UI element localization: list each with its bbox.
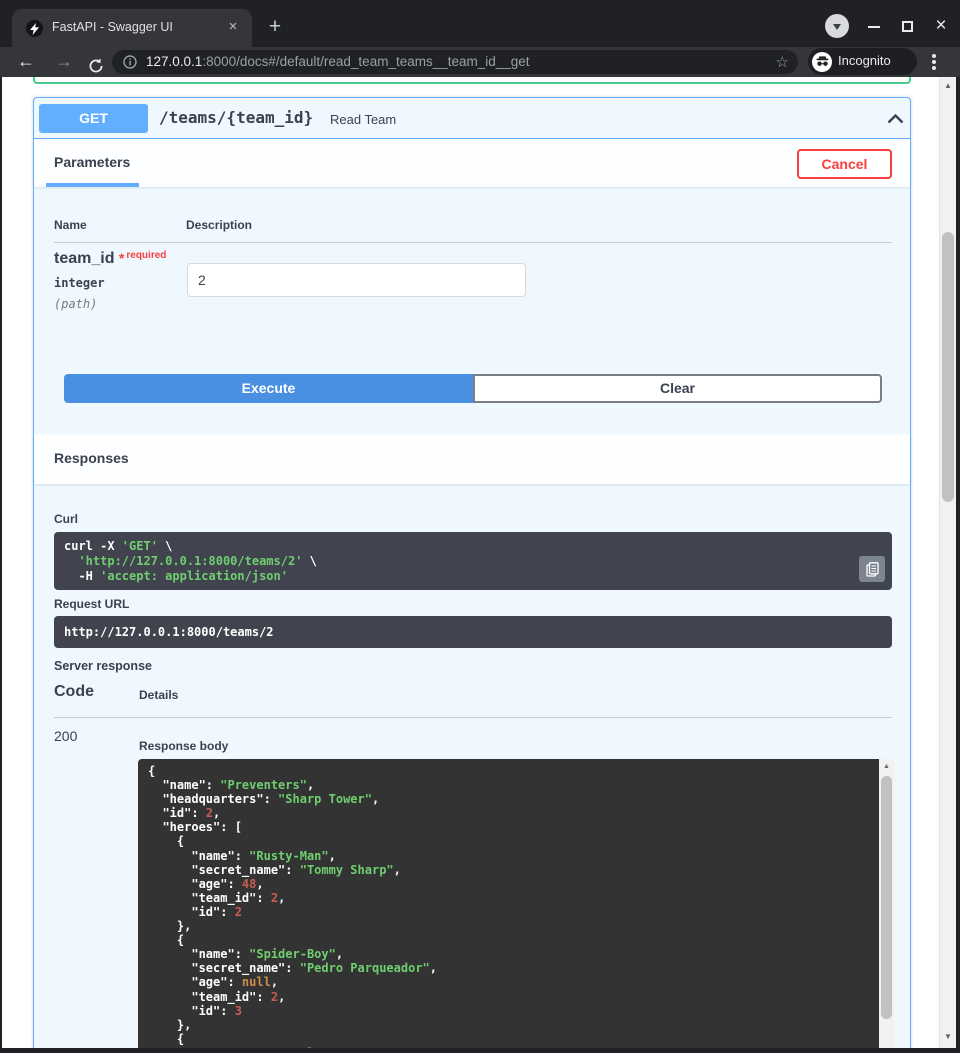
- page-info-icon[interactable]: [123, 55, 137, 74]
- copy-to-clipboard-button[interactable]: [859, 556, 885, 582]
- incognito-icon: [812, 52, 832, 72]
- team-id-input[interactable]: [187, 263, 526, 297]
- tab-close-icon[interactable]: ×: [224, 18, 242, 36]
- page-scroll-down-icon[interactable]: ▼: [940, 1030, 956, 1044]
- endpoint-path: /teams/{team_id}: [159, 108, 313, 127]
- scroll-up-icon[interactable]: ▲: [879, 759, 894, 774]
- responses-title: Responses: [54, 450, 129, 466]
- required-label: required: [126, 250, 166, 261]
- endpoint-summary-text: Read Team: [330, 112, 396, 127]
- response-body-block: { "name": "Preventers", "headquarters": …: [138, 759, 894, 1048]
- browser-window: FastAPI - Swagger UI × + × ← → 127.0.0.1…: [0, 0, 960, 1053]
- http-method-badge: GET: [39, 104, 148, 133]
- request-url-label: Request URL: [54, 597, 129, 611]
- swagger-page: GET /teams/{team_id} Read Team Parameter…: [2, 77, 956, 1048]
- back-button[interactable]: ←: [14, 47, 38, 77]
- get-endpoint-block: GET /teams/{team_id} Read Team Parameter…: [33, 97, 911, 1048]
- incognito-badge: Incognito: [808, 48, 917, 75]
- request-url-value: http://127.0.0.1:8000/teams/2: [54, 616, 892, 648]
- param-type: integer: [54, 276, 105, 290]
- cancel-button[interactable]: Cancel: [797, 149, 892, 179]
- parameters-section-header: Parameters Cancel: [34, 139, 910, 187]
- response-body-scrollbar[interactable]: ▲: [879, 759, 894, 1048]
- page-scrollbar[interactable]: ▲ ▼: [939, 77, 956, 1048]
- code-column-header: Code: [54, 683, 94, 701]
- table-divider: [54, 242, 892, 243]
- tab-search-button[interactable]: [825, 14, 849, 38]
- new-tab-button[interactable]: +: [262, 15, 288, 41]
- column-header-description: Description: [186, 218, 252, 232]
- forward-button[interactable]: →: [52, 47, 76, 77]
- page-scroll-up-icon[interactable]: ▲: [940, 79, 956, 93]
- browser-menu-icon[interactable]: [932, 54, 936, 58]
- active-tab-underline: [46, 183, 139, 187]
- curl-label: Curl: [54, 512, 78, 526]
- tab-bar: FastAPI - Swagger UI × + ×: [0, 0, 960, 47]
- execute-button[interactable]: Execute: [64, 374, 473, 403]
- response-table-divider: [54, 717, 892, 718]
- curl-block: curl -X 'GET' \ 'http://127.0.0.1:8000/t…: [54, 532, 892, 590]
- tab-title: FastAPI - Swagger UI: [52, 20, 173, 34]
- browser-toolbar: ← → 127.0.0.1:8000/docs#/default/read_te…: [0, 47, 960, 77]
- tab-parameters[interactable]: Parameters: [54, 154, 130, 170]
- url-path: :8000/docs#/default/read_team_teams__tea…: [202, 54, 529, 69]
- param-name: team_id *required: [54, 250, 166, 268]
- maximize-button[interactable]: [902, 21, 913, 32]
- details-column-header: Details: [139, 688, 178, 702]
- address-bar[interactable]: 127.0.0.1:8000/docs#/default/read_team_t…: [112, 50, 798, 74]
- required-star: *: [119, 250, 124, 266]
- curl-command: curl -X 'GET' \ 'http://127.0.0.1:8000/t…: [54, 532, 327, 591]
- page-scrollbar-thumb[interactable]: [942, 232, 954, 502]
- fastapi-favicon-icon: [26, 20, 43, 37]
- server-response-label: Server response: [54, 659, 152, 673]
- collapse-chevron-icon[interactable]: [887, 111, 904, 129]
- status-code: 200: [54, 728, 77, 744]
- responses-section-header: Responses: [34, 434, 910, 484]
- chevron-down-icon: [833, 24, 841, 30]
- response-body-json: { "name": "Preventers", "headquarters": …: [138, 759, 879, 1048]
- column-header-name: Name: [54, 218, 87, 232]
- minimize-button[interactable]: [868, 26, 880, 28]
- response-scrollbar-thumb[interactable]: [881, 776, 892, 1019]
- incognito-label: Incognito: [838, 53, 891, 68]
- close-window-button[interactable]: ×: [930, 15, 952, 37]
- previous-endpoint-block-edge: [33, 77, 911, 84]
- url-text: 127.0.0.1:8000/docs#/default/read_team_t…: [146, 54, 530, 69]
- endpoint-summary-row[interactable]: GET /teams/{team_id} Read Team: [34, 98, 910, 139]
- response-body-label: Response body: [139, 739, 228, 753]
- param-location: (path): [54, 297, 97, 311]
- clear-button[interactable]: Clear: [473, 374, 882, 403]
- url-host: 127.0.0.1: [146, 54, 202, 69]
- bookmark-star-icon[interactable]: ☆: [776, 53, 789, 71]
- browser-tab[interactable]: FastAPI - Swagger UI ×: [12, 9, 252, 47]
